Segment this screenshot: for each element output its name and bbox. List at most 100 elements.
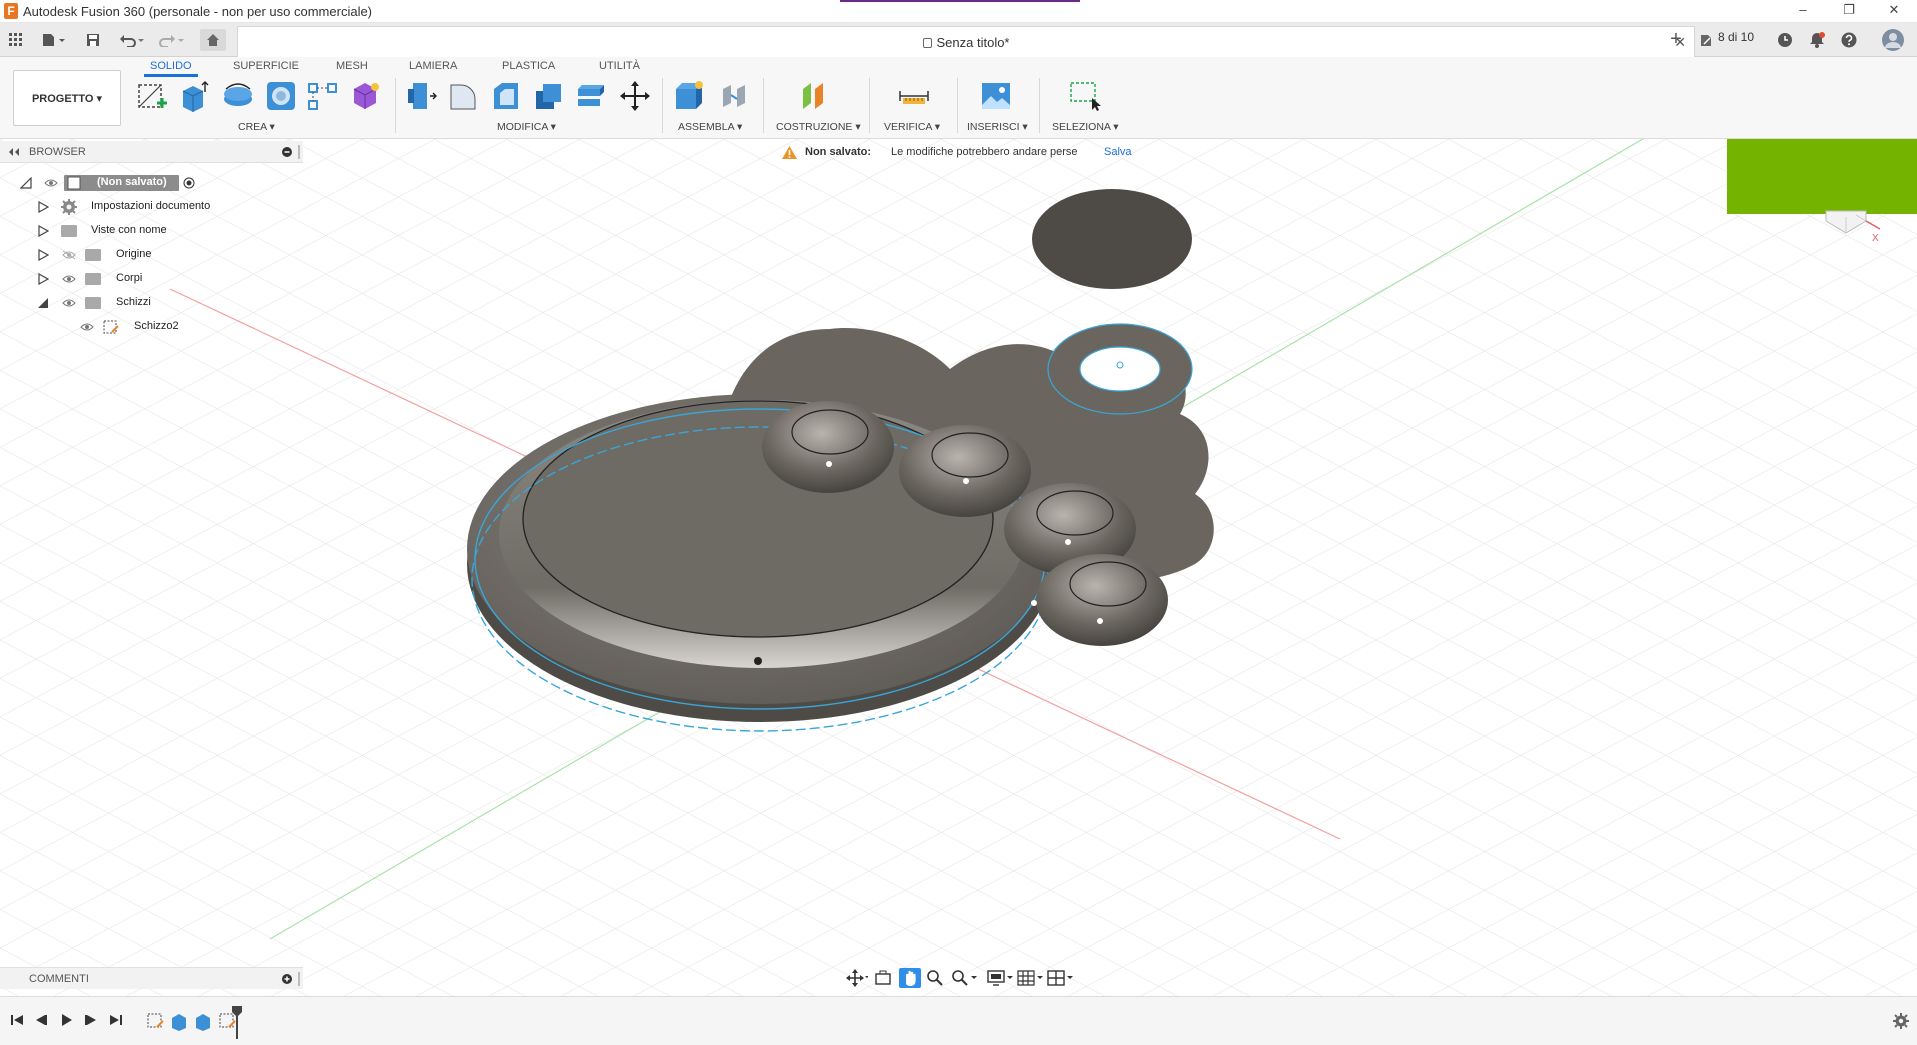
pan-hand-icon[interactable] [899, 968, 921, 988]
tree-item-sketches[interactable]: Schizzi [0, 292, 230, 314]
redo-icon[interactable] [156, 29, 188, 51]
expanded-triangle-icon[interactable] [20, 177, 32, 189]
add-comment-icon[interactable] [282, 974, 292, 984]
offset-plane-icon[interactable] [797, 79, 831, 113]
collapsed-triangle-icon[interactable] [37, 249, 49, 261]
panel-resize-handle[interactable] [298, 145, 300, 159]
comments-panel[interactable]: COMMENTI [0, 967, 303, 989]
collapse-panel-icon[interactable] [8, 148, 20, 156]
measure-icon[interactable] [897, 79, 931, 113]
display-settings-icon[interactable] [986, 968, 1014, 988]
timeline-previous-icon[interactable] [33, 1013, 49, 1029]
select-window-icon[interactable] [1067, 79, 1101, 113]
user-avatar-icon[interactable] [1880, 29, 1906, 51]
group-inserisci[interactable]: INSERISCI ▾ [967, 121, 1028, 133]
tree-item-document-settings[interactable]: Impostazioni documento [0, 196, 230, 218]
combine-icon[interactable] [574, 79, 608, 113]
tree-item-named-views[interactable]: Viste con nome [0, 220, 230, 242]
timeline-marker[interactable] [231, 1005, 243, 1039]
move-copy-icon[interactable] [618, 79, 652, 113]
file-menu-icon[interactable] [38, 29, 70, 51]
toe-pad[interactable] [1036, 554, 1168, 646]
close-window-button[interactable]: ✕ [1871, 0, 1917, 22]
tree-item-sketch2[interactable]: Schizzo2 [0, 316, 230, 338]
revolve-icon[interactable] [221, 79, 255, 113]
3d-viewport[interactable]: BROWSER (Non salvato) Impostazioni docum… [0, 139, 1917, 996]
hidden-eye-icon[interactable] [62, 250, 76, 260]
chamfer-icon[interactable] [489, 79, 523, 113]
view-cube-icon[interactable]: X [1820, 209, 1890, 259]
toe-pad[interactable] [762, 401, 894, 493]
tab-superficie[interactable]: SUPERFICIE [227, 58, 305, 74]
minimize-button[interactable]: – [1780, 0, 1826, 22]
pattern-icon[interactable] [306, 79, 340, 113]
orbit-icon[interactable] [846, 968, 869, 988]
collapsed-triangle-icon[interactable] [37, 201, 49, 213]
zoom-window-icon[interactable] [950, 968, 978, 988]
clock-icon[interactable] [1774, 29, 1796, 51]
notification-bell-icon[interactable] [1806, 29, 1828, 51]
timeline-extrude-feature-icon[interactable] [169, 1011, 189, 1031]
tab-solido[interactable]: SOLIDO [144, 58, 198, 77]
fillet-icon[interactable] [446, 79, 480, 113]
tab-plastica[interactable]: PLASTICA [496, 58, 561, 74]
create-sketch-icon[interactable] [135, 79, 169, 113]
group-seleziona[interactable]: SELEZIONA ▾ [1052, 121, 1119, 133]
press-pull-icon[interactable] [404, 79, 438, 113]
sketch-icon [103, 320, 119, 334]
restore-button[interactable]: ❐ [1826, 0, 1872, 22]
viewports-icon[interactable] [1046, 968, 1074, 988]
tree-item-origin[interactable]: Origine [0, 244, 230, 266]
visibility-eye-icon[interactable] [80, 322, 94, 332]
group-crea[interactable]: CREA ▾ [238, 121, 275, 133]
create-form-icon[interactable] [348, 79, 382, 113]
activate-radio-icon[interactable] [183, 177, 195, 189]
group-verifica[interactable]: VERIFICA ▾ [884, 121, 940, 133]
toe-pad[interactable] [899, 425, 1031, 517]
look-at-icon[interactable] [872, 968, 894, 988]
new-component-icon[interactable] [672, 79, 706, 113]
extrude-icon[interactable] [177, 79, 211, 113]
hole-icon[interactable] [264, 79, 298, 113]
timeline-extrude-feature-icon[interactable] [193, 1011, 213, 1031]
zoom-icon[interactable] [924, 968, 946, 988]
insert-image-icon[interactable] [979, 79, 1013, 113]
timeline-next-icon[interactable] [83, 1013, 99, 1029]
home-icon[interactable] [200, 29, 226, 51]
timeline-settings-gear-icon[interactable] [1893, 1013, 1909, 1029]
visibility-eye-icon[interactable] [62, 274, 76, 284]
group-costruzione[interactable]: COSTRUZIONE ▾ [776, 121, 861, 133]
help-icon[interactable] [1838, 29, 1860, 51]
panel-resize-handle[interactable] [298, 972, 300, 986]
tab-lamiera[interactable]: LAMIERA [403, 58, 463, 74]
visibility-eye-icon[interactable] [62, 298, 76, 308]
tab-utilita[interactable]: UTILITÀ [593, 58, 646, 74]
collapsed-triangle-icon[interactable] [37, 273, 49, 285]
shell-icon[interactable] [532, 79, 566, 113]
timeline-play-icon[interactable] [58, 1013, 74, 1029]
collapsed-triangle-icon[interactable] [37, 225, 49, 237]
document-tab[interactable]: Senza titolo* ✕ [237, 26, 1695, 57]
expanded-triangle-icon[interactable] [37, 297, 49, 309]
job-status-icon[interactable] [1698, 29, 1714, 51]
timeline-sketch-feature-icon[interactable] [145, 1011, 165, 1031]
tree-item-root[interactable]: (Non salvato) [0, 172, 230, 194]
joint-icon[interactable] [717, 79, 751, 113]
timeline-first-icon[interactable] [9, 1013, 25, 1029]
undo-icon[interactable] [116, 29, 148, 51]
save-icon[interactable] [82, 29, 104, 51]
tab-mesh[interactable]: MESH [330, 58, 374, 74]
grid-settings-icon[interactable] [1016, 968, 1044, 988]
group-modifica[interactable]: MODIFICA ▾ [497, 121, 556, 133]
tree-item-bodies[interactable]: Corpi [0, 268, 230, 290]
project-button[interactable]: PROGETTO ▾ [13, 70, 121, 126]
save-link[interactable]: Salva [1104, 146, 1132, 158]
group-assembla[interactable]: ASSEMBLA ▾ [678, 121, 742, 133]
new-tab-icon[interactable]: + [1663, 28, 1689, 50]
data-panel-grid-icon[interactable] [5, 29, 27, 51]
browser-panel-header[interactable]: BROWSER [0, 141, 303, 163]
timeline-last-icon[interactable] [108, 1013, 124, 1029]
browser-minus-icon[interactable] [282, 147, 292, 157]
job-count[interactable]: 8 di 10 [1718, 30, 1754, 44]
visibility-eye-icon[interactable] [44, 178, 58, 188]
